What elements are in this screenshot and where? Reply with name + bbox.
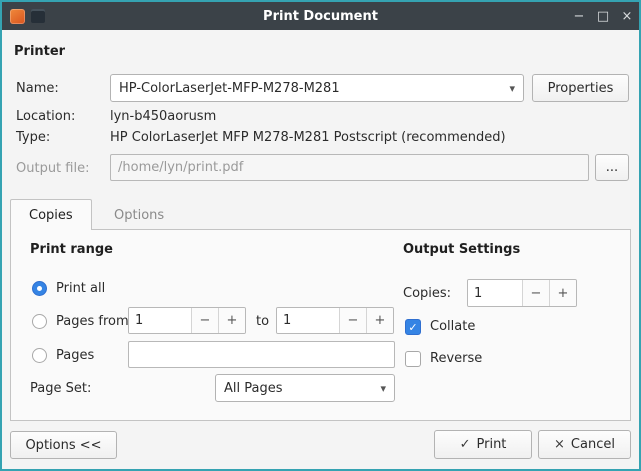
pages-to-plus-button[interactable]: +	[366, 308, 393, 333]
pages-to-spinner: − +	[276, 307, 394, 334]
properties-button-label: Properties	[548, 81, 614, 96]
options-toggle-button[interactable]: Options <<	[10, 431, 117, 459]
page-set-label: Page Set:	[30, 381, 91, 396]
printer-name-combo[interactable]: HP-ColorLaserJet-MFP-M278-M281 ▾	[110, 74, 524, 102]
print-all-radio[interactable]	[32, 281, 47, 296]
page-set-dropdown[interactable]: All Pages ▾	[215, 374, 395, 402]
chevron-down-icon: ▾	[509, 82, 515, 95]
pages-input[interactable]	[128, 341, 395, 368]
to-label: to	[256, 314, 269, 329]
cancel-button-label: Cancel	[571, 437, 615, 452]
collate-label[interactable]: Collate	[430, 319, 475, 334]
titlebar: Print Document − □ ×	[2, 2, 639, 30]
pages-label[interactable]: Pages	[56, 348, 94, 363]
copies-input[interactable]	[468, 280, 522, 306]
print-button-label: Print	[477, 437, 507, 452]
app-icon[interactable]	[10, 9, 25, 24]
pages-from-input[interactable]	[129, 308, 191, 333]
browse-button-label: ...	[606, 160, 618, 175]
print-all-label[interactable]: Print all	[56, 281, 105, 296]
tab-copies-label: Copies	[29, 208, 73, 223]
copies-label: Copies:	[403, 286, 451, 301]
reverse-label[interactable]: Reverse	[430, 351, 482, 366]
output-file-label: Output file:	[16, 161, 89, 176]
pages-from-label[interactable]: Pages from	[56, 314, 129, 329]
output-settings-header: Output Settings	[403, 242, 520, 257]
copies-minus-button[interactable]: −	[522, 280, 549, 306]
close-button[interactable]: ×	[615, 2, 639, 30]
location-value: lyn-b450aorusm	[110, 109, 216, 124]
copies-spinner: − +	[467, 279, 577, 307]
copies-plus-button[interactable]: +	[549, 280, 576, 306]
tab-options-label: Options	[114, 208, 164, 223]
minimize-button[interactable]: −	[567, 2, 591, 30]
print-button[interactable]: ✓ Print	[434, 430, 532, 459]
pages-to-minus-button[interactable]: −	[339, 308, 366, 333]
pages-to-input[interactable]	[277, 308, 339, 333]
print-range-header: Print range	[30, 242, 113, 257]
browse-button[interactable]: ...	[595, 154, 629, 181]
pages-from-minus-button[interactable]: −	[191, 308, 218, 333]
page-set-value: All Pages	[224, 381, 283, 396]
pages-from-radio[interactable]	[32, 314, 47, 329]
type-label: Type:	[16, 130, 50, 145]
properties-button[interactable]: Properties	[532, 74, 629, 102]
pages-from-spinner: − +	[128, 307, 246, 334]
chevron-down-icon: ▾	[380, 382, 386, 395]
pages-radio[interactable]	[32, 348, 47, 363]
pages-from-plus-button[interactable]: +	[218, 308, 245, 333]
check-icon: ✓	[460, 437, 471, 452]
document-icon	[31, 9, 45, 23]
cross-icon: ×	[554, 437, 565, 452]
window-title: Print Document	[2, 9, 639, 24]
tab-options[interactable]: Options	[96, 201, 182, 230]
maximize-button[interactable]: □	[591, 2, 615, 30]
printer-name-value: HP-ColorLaserJet-MFP-M278-M281	[119, 81, 340, 96]
printer-section-header: Printer	[14, 44, 65, 59]
print-dialog-window: Print Document − □ × Printer Name: HP-Co…	[0, 0, 641, 471]
reverse-checkbox[interactable]	[405, 351, 421, 367]
output-file-input[interactable]	[110, 154, 589, 181]
tab-copies[interactable]: Copies	[10, 199, 92, 230]
cancel-button[interactable]: × Cancel	[538, 430, 631, 459]
type-value: HP ColorLaserJet MFP M278-M281 Postscrip…	[110, 130, 506, 145]
collate-checkbox[interactable]: ✓	[405, 319, 421, 335]
location-label: Location:	[16, 109, 75, 124]
name-label: Name:	[16, 81, 59, 96]
options-toggle-label: Options <<	[25, 438, 101, 453]
